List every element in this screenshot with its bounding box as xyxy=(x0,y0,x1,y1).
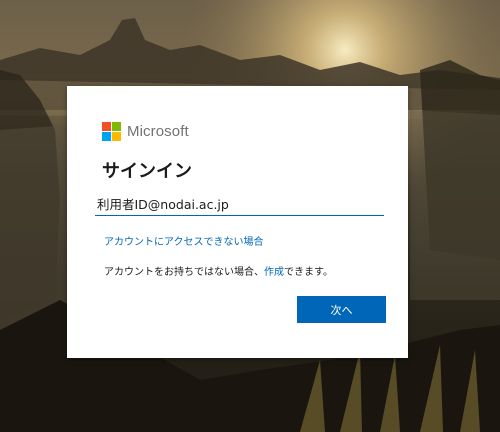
logo-red-square xyxy=(102,121,111,131)
brand-name: Microsoft xyxy=(127,122,189,140)
page-title: サインイン xyxy=(102,161,192,182)
brand: Microsoft xyxy=(102,121,189,141)
no-account-text: アカウントをお持ちではない場合、 xyxy=(104,267,264,278)
signin-card: Microsoft サインイン アカウントにアクセスできない場合 アカウントをお… xyxy=(67,86,408,358)
microsoft-logo-icon xyxy=(102,121,121,141)
create-account-link[interactable]: 作成 xyxy=(264,267,284,278)
logo-blue-square xyxy=(102,131,111,141)
create-account-line: アカウントをお持ちではない場合、作成できます。 xyxy=(104,263,333,278)
logo-green-square xyxy=(112,121,121,131)
email-field-container xyxy=(95,192,386,216)
next-button[interactable]: 次へ xyxy=(297,296,386,323)
cant-access-account-link[interactable]: アカウントにアクセスできない場合 xyxy=(104,233,264,248)
email-field[interactable] xyxy=(95,192,386,214)
create-suffix-text: できます。 xyxy=(284,267,333,278)
logo-yellow-square xyxy=(112,131,121,141)
